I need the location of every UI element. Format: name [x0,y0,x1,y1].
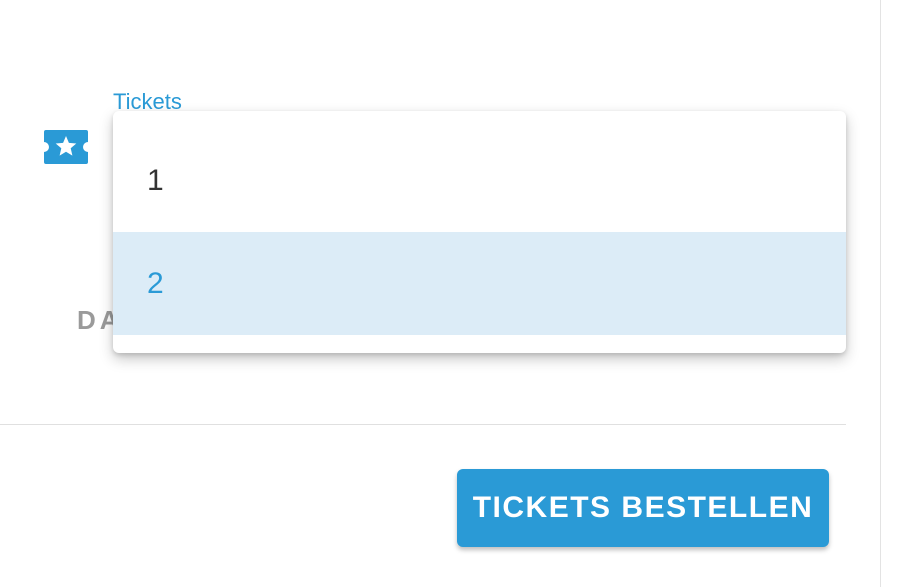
ticket-option-2[interactable]: 2 [113,232,846,335]
tickets-dropdown-menu: 1 2 [113,111,846,353]
section-divider [0,424,846,425]
ticket-star-icon [44,130,88,164]
order-tickets-button[interactable]: TICKETS BESTELLEN [457,469,829,547]
ticket-option-1[interactable]: 1 [113,129,846,232]
panel-right-border [880,0,881,587]
